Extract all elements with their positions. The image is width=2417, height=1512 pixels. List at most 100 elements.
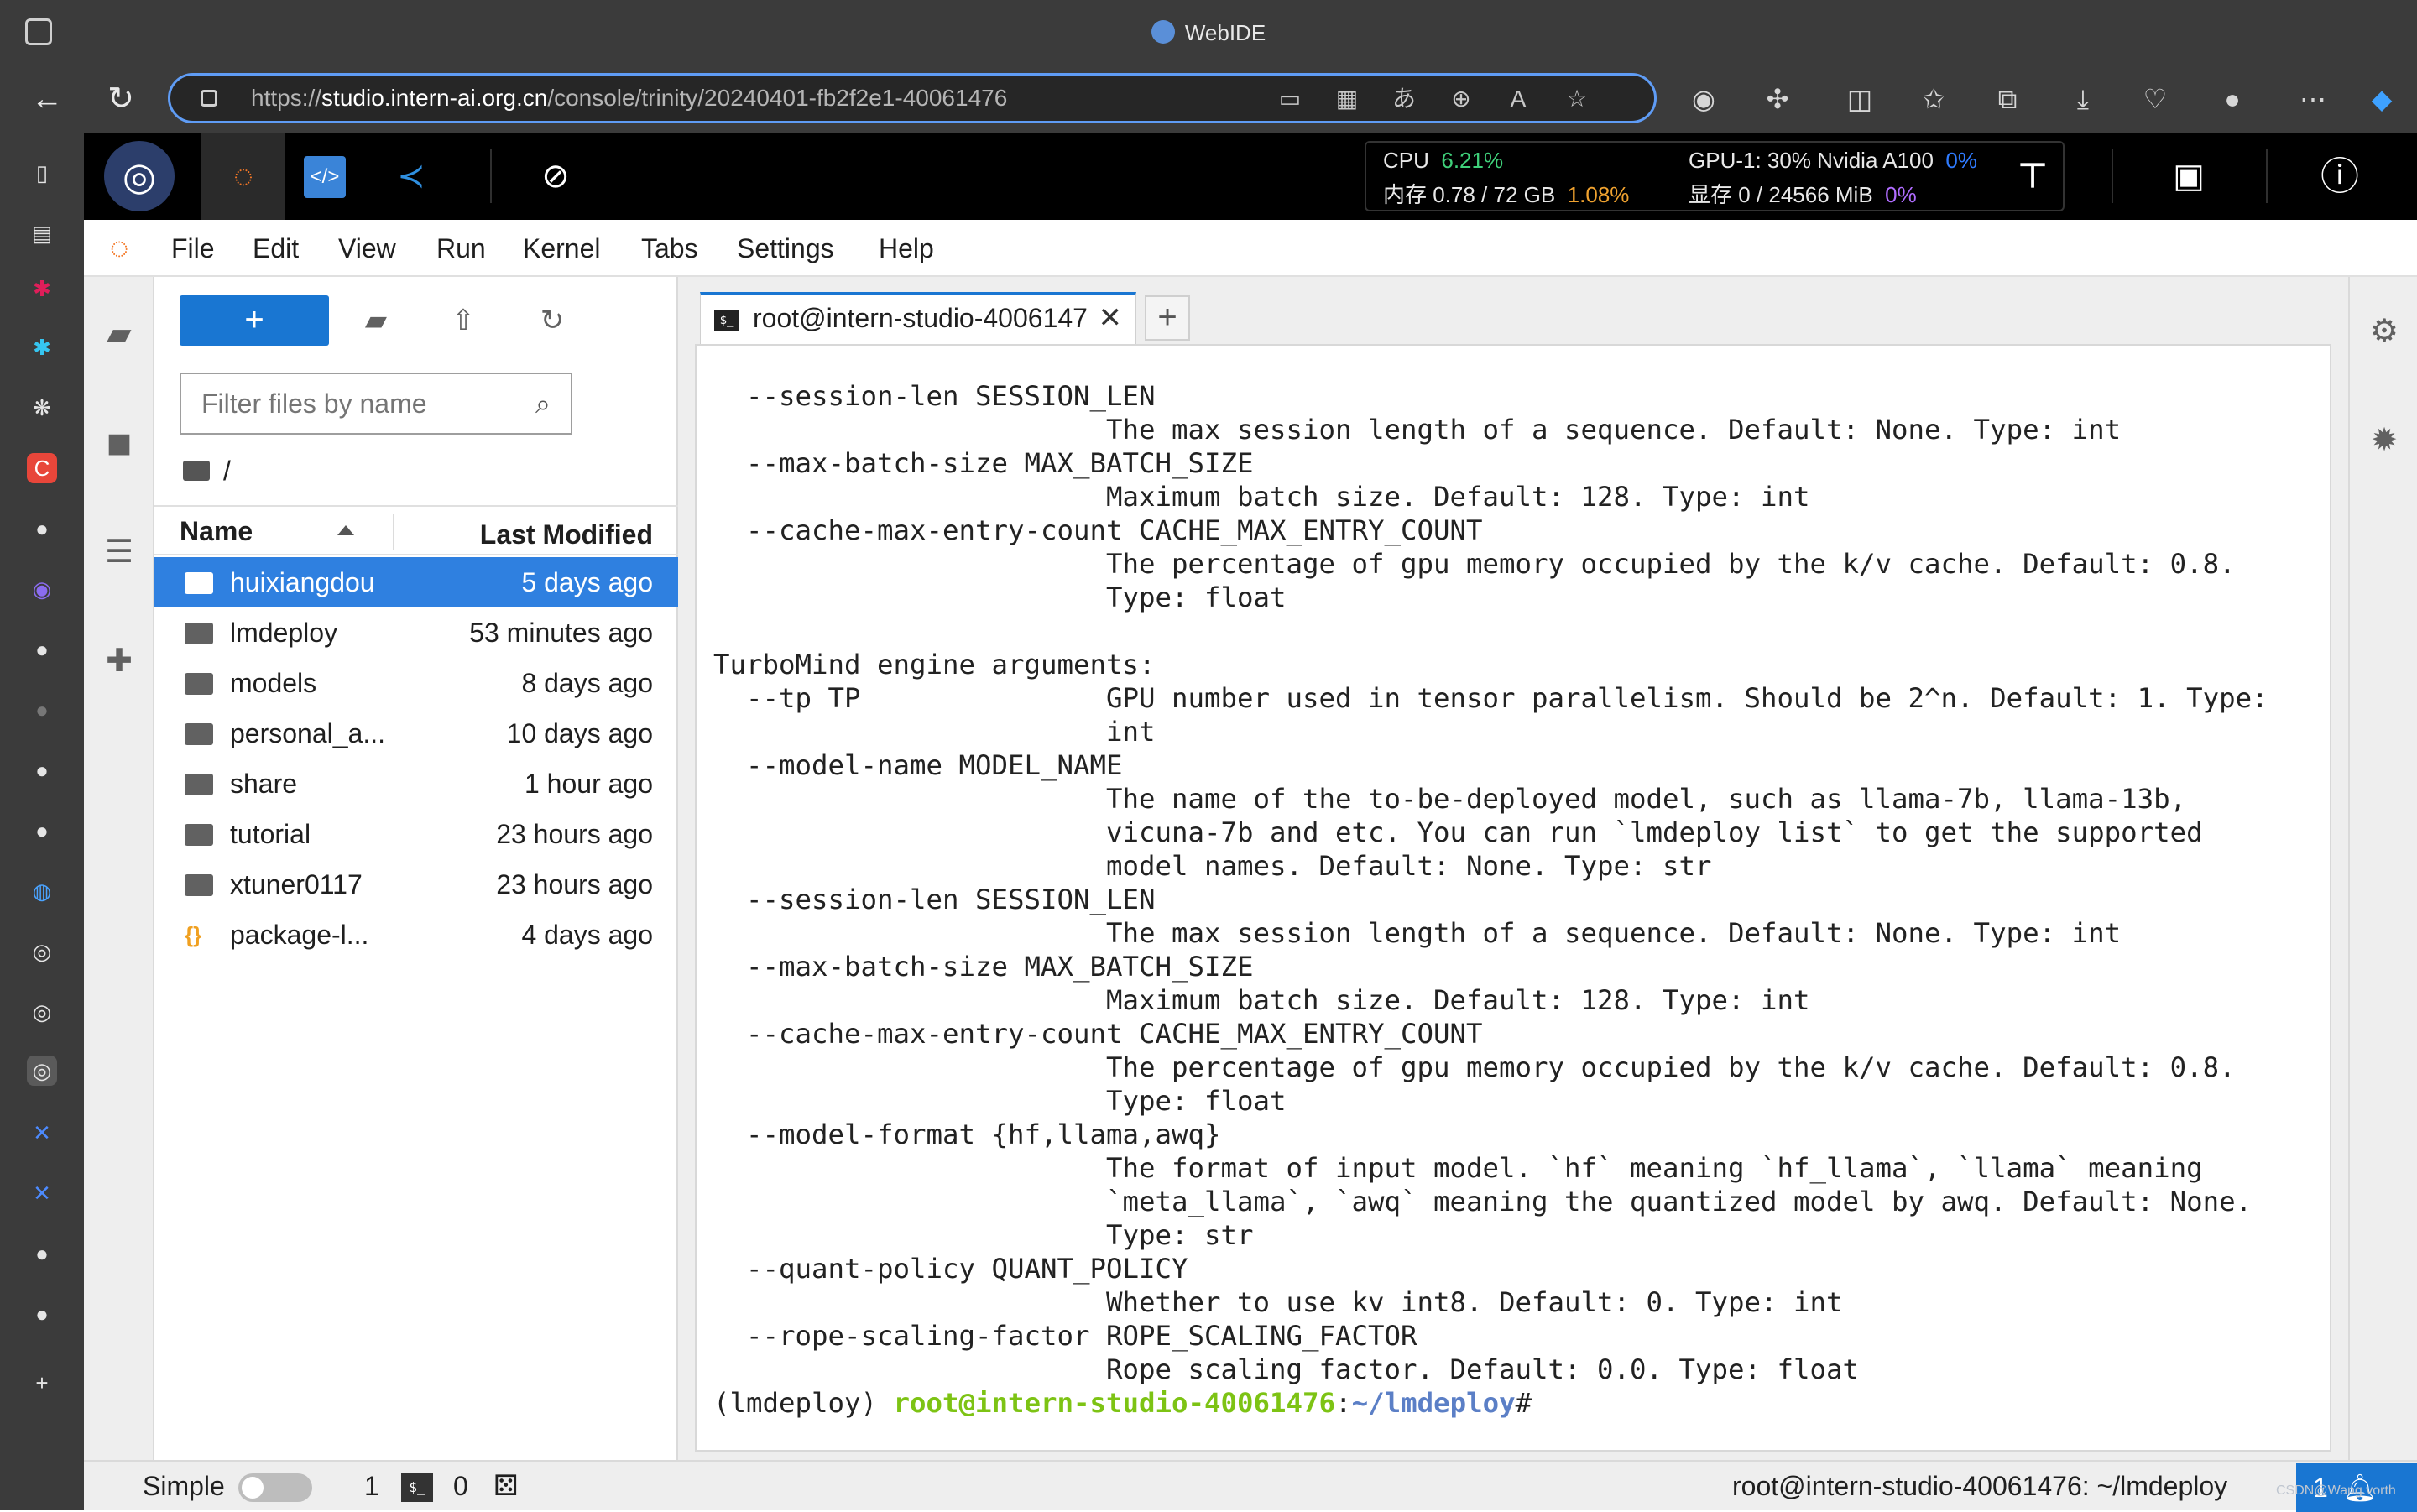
info-icon[interactable]: ⓘ	[2315, 151, 2365, 201]
menu-kernel[interactable]: Kernel	[523, 220, 601, 277]
cpu-chip-icon[interactable]: ⚄	[493, 1462, 519, 1510]
terminal-line: --model-name MODEL_NAME	[713, 749, 1123, 781]
file-row-personal[interactable]: personal_a... 10 days ago	[154, 708, 678, 759]
more-menu-icon[interactable]: ⋯	[2296, 82, 2330, 116]
extension-avatar-icon[interactable]: ◉	[1687, 82, 1720, 116]
menu-tabs[interactable]: Tabs	[641, 220, 698, 277]
file-modified: 5 days ago	[521, 567, 653, 597]
profile-avatar-icon[interactable]: ●	[2216, 82, 2249, 116]
terminal-count[interactable]: 0	[453, 1462, 468, 1510]
github-tab-icon-7[interactable]: ●	[27, 1299, 57, 1329]
intern-tab-icon[interactable]: ◎	[27, 936, 57, 967]
intern-tab-icon-2[interactable]: ◎	[27, 997, 57, 1027]
code-editor-icon[interactable]: </>	[304, 156, 346, 198]
x-tab-icon[interactable]: ✕	[27, 1118, 57, 1148]
openai-tab-icon[interactable]: ❋	[27, 393, 57, 423]
terminal-output[interactable]: --session-len SESSION_LEN The max sessio…	[713, 379, 2268, 1420]
file-row-share[interactable]: share 1 hour ago	[154, 759, 678, 809]
split-screen-icon[interactable]: ◫	[1843, 82, 1877, 116]
column-last-modified-header[interactable]: Last Modified	[480, 510, 653, 559]
filter-files-input[interactable]	[181, 374, 517, 433]
address-bar[interactable]: https://studio.intern-ai.org.cn/console/…	[168, 73, 1657, 123]
workspace-tab-icon[interactable]: ▤	[27, 218, 57, 248]
x-tab-icon-2[interactable]: ✕	[27, 1178, 57, 1208]
extensions-puzzle-icon[interactable]: ✣	[1761, 82, 1794, 116]
terminal-view[interactable]: --session-len SESSION_LEN The max sessio…	[695, 344, 2331, 1452]
monitor-screen-icon[interactable]: ▣	[2164, 151, 2214, 201]
compass-icon[interactable]: ⊘	[530, 151, 581, 201]
chat-tab-icon[interactable]: ◍	[27, 876, 57, 906]
column-name-header[interactable]: Name	[180, 507, 253, 555]
menu-run[interactable]: Run	[436, 220, 486, 277]
github-tab-icon-5[interactable]: ●	[27, 816, 57, 846]
file-row-xtuner0117[interactable]: xtuner0117 23 hours ago	[154, 859, 678, 910]
property-inspector-gears-icon[interactable]: ⚙	[2365, 312, 2404, 351]
simple-mode-toggle[interactable]	[238, 1473, 312, 1502]
github-tab-icon-6[interactable]: ●	[27, 1238, 57, 1269]
menu-help[interactable]: Help	[879, 220, 934, 277]
browser-vertical-sidebar: ▯ ▤ ✱ ✱ ❋ C ● ◉ ● ● ● ● ◍ ◎ ◎ ◎ ✕ ✕ ● ● …	[0, 133, 84, 1510]
prompt-colon: :	[1335, 1387, 1352, 1419]
intern-logo-icon[interactable]: ◎	[104, 141, 175, 211]
new-folder-icon[interactable]: ▰	[352, 297, 399, 344]
menu-settings[interactable]: Settings	[737, 220, 834, 277]
file-row-models[interactable]: models 8 days ago	[154, 658, 678, 708]
url-text[interactable]: https://studio.intern-ai.org.cn/console/…	[251, 76, 1007, 121]
collections-icon[interactable]: ⧉	[1991, 82, 2024, 116]
refresh-icon[interactable]: ↻	[529, 297, 576, 344]
menu-file[interactable]: File	[171, 220, 215, 277]
intern-tab-icon-active[interactable]: ◎	[27, 1056, 57, 1086]
file-name: huixiangdou	[230, 567, 375, 597]
jupyter-logo-icon: ◌	[109, 231, 129, 266]
back-arrow-icon[interactable]: ←	[27, 79, 67, 119]
translate-icon[interactable]: あ	[1391, 86, 1417, 112]
menu-edit[interactable]: Edit	[253, 220, 299, 277]
file-row-huixiangdou[interactable]: huixiangdou 5 days ago	[154, 557, 678, 607]
downloads-icon[interactable]: ⤓	[2066, 82, 2100, 116]
breadcrumb[interactable]: /	[183, 450, 231, 492]
vscode-icon[interactable]: ≺	[386, 151, 436, 201]
github-tab-icon-4[interactable]: ●	[27, 755, 57, 785]
debugger-bug-icon[interactable]: ✹	[2365, 421, 2404, 460]
add-tab-plus-icon[interactable]: +	[27, 1368, 57, 1398]
kernel-count[interactable]: 1	[364, 1462, 379, 1510]
jupyter-icon[interactable]: ◌	[201, 133, 285, 220]
close-tab-icon[interactable]: ✕	[1099, 295, 1123, 342]
running-kernels-stop-icon[interactable]: ◼	[97, 421, 141, 465]
discord-tab-icon[interactable]: ◉	[27, 574, 57, 604]
copilot-icon[interactable]: ◆	[2365, 82, 2399, 116]
read-aloud-icon[interactable]: A	[1505, 86, 1532, 112]
file-row-package-lock[interactable]: {} package-l... 4 days ago	[154, 910, 678, 960]
reload-icon[interactable]: ↻	[101, 79, 141, 119]
upload-icon[interactable]: ⇧	[440, 297, 487, 344]
menu-view[interactable]: View	[338, 220, 396, 277]
vertical-tabs-icon[interactable]: ▯	[27, 158, 57, 188]
tab-terminal[interactable]: $_ root@intern-studio-40061476 ✕	[700, 292, 1136, 344]
tensorflow-icon[interactable]: ⊤	[2007, 151, 2058, 201]
performance-heart-icon[interactable]: ♡	[2138, 82, 2172, 116]
c-tab-icon[interactable]: C	[27, 453, 57, 483]
github-tab-icon[interactable]: ●	[27, 514, 57, 544]
table-of-contents-icon[interactable]: ☰	[97, 530, 141, 574]
gpu-label: GPU-1: 30% Nvidia A100	[1689, 148, 1934, 173]
device-icon[interactable]: ▭	[1276, 86, 1303, 112]
file-row-tutorial[interactable]: tutorial 23 hours ago	[154, 809, 678, 859]
github-tab-icon-2[interactable]: ●	[27, 634, 57, 665]
favorite-star-icon[interactable]: ☆	[1563, 86, 1590, 112]
terminal-line: Type: float	[713, 581, 1287, 613]
slack-tab-icon-2[interactable]: ✱	[27, 332, 57, 362]
extension-manager-puzzle-icon[interactable]: ✚	[97, 639, 141, 683]
zoom-icon[interactable]: ⊕	[1448, 86, 1475, 112]
column-divider[interactable]	[393, 514, 394, 550]
file-name: models	[230, 668, 317, 698]
terminal-line: --max-batch-size MAX_BATCH_SIZE	[713, 951, 1254, 983]
github-tab-icon-3[interactable]: ●	[27, 695, 57, 725]
slack-tab-icon[interactable]: ✱	[27, 274, 57, 304]
apps-icon[interactable]: ▦	[1334, 86, 1360, 112]
new-tab-button[interactable]: +	[1145, 295, 1190, 341]
file-row-lmdeploy[interactable]: lmdeploy 53 minutes ago	[154, 607, 678, 658]
terminal-line: --max-batch-size MAX_BATCH_SIZE	[713, 447, 1254, 479]
new-launcher-button[interactable]: +	[180, 295, 329, 346]
favorites-icon[interactable]: ✩	[1917, 82, 1950, 116]
file-browser-folder-icon[interactable]: ▰	[97, 312, 141, 356]
